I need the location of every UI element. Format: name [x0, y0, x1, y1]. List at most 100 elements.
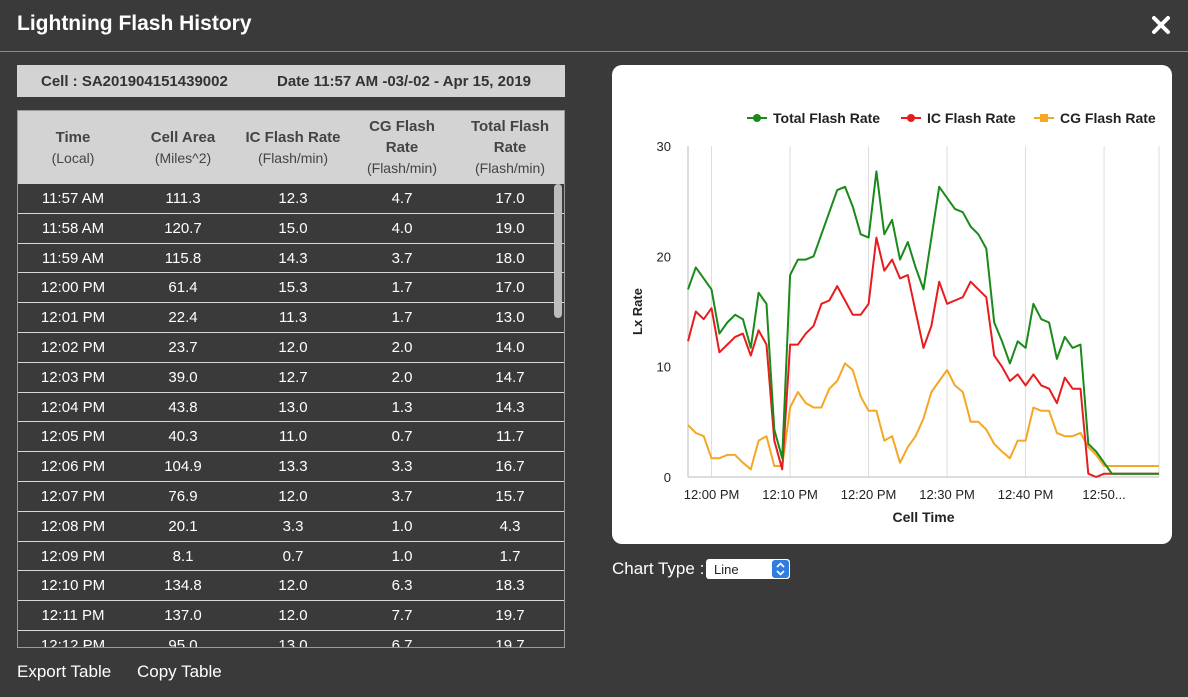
table-cell: 17.0 [495, 279, 525, 297]
table-cell: 134.8 [164, 577, 202, 595]
table-cell: 1.7 [499, 547, 521, 565]
table-cell: 3.7 [391, 249, 413, 267]
y-tick-label: 10 [657, 360, 671, 375]
table-row[interactable]: 12:01 PM 22.4 11.3 1.7 13.0 [18, 303, 564, 333]
chart-type-label: Chart Type : [612, 559, 705, 578]
table-cell: 12:08 PM [40, 517, 106, 535]
table-row[interactable]: 12:07 PM 76.9 12.0 3.7 15.7 [18, 482, 564, 512]
updown-chevron-icon [776, 562, 785, 576]
copy-table-button[interactable]: Copy Table [137, 662, 222, 682]
table-cell: 18.3 [495, 577, 525, 595]
table-cell: 14.0 [495, 338, 525, 356]
table-cell: 12:06 PM [40, 458, 106, 476]
table-cell: 12.7 [278, 368, 308, 386]
table-row[interactable]: 12:12 PM 95.0 13.0 6.7 19.7 [18, 631, 564, 648]
table-cell: 76.9 [168, 487, 198, 505]
table-cell: 3.7 [391, 487, 413, 505]
table-row[interactable]: 12:00 PM 61.4 15.3 1.7 17.0 [18, 273, 564, 304]
table-cell: 111.3 [165, 190, 201, 207]
table-row[interactable]: 12:04 PM 43.8 13.0 1.3 14.3 [18, 393, 564, 423]
table-cell: 137.0 [164, 607, 202, 625]
column-header-total-flash-rate[interactable]: Total Flash Rate (Flash/min) [456, 111, 564, 184]
chart-type-select[interactable]: Line [706, 559, 790, 579]
table-cell: 12:01 PM [40, 309, 106, 327]
table-cell: 12:11 PM [41, 607, 105, 625]
table-row[interactable]: 12:05 PM 40.3 11.0 0.7 11.7 [18, 422, 564, 453]
cell-info-bar: Cell : SA201904151439002 Date 11:57 AM -… [17, 65, 565, 97]
column-header-label: CG Flash Rate [369, 118, 435, 156]
legend-label: Total Flash Rate [773, 110, 880, 126]
table-cell: 12:10 PM [40, 577, 106, 595]
table-cell: 1.7 [391, 309, 413, 327]
column-header-ic-flash-rate[interactable]: IC Flash Rate (Flash/min) [238, 111, 348, 184]
column-header-cg-flash-rate[interactable]: CG Flash Rate (Flash/min) [348, 111, 456, 184]
table-row[interactable]: 12:02 PM 23.7 12.0 2.0 14.0 [18, 333, 564, 363]
x-tick-label: 12:00 PM [684, 487, 740, 502]
x-tick-label: 12:20 PM [841, 487, 897, 502]
table-row[interactable]: 11:57 AM 111.3 12.3 4.7 17.0 [18, 184, 564, 214]
table-cell: 12:09 PM [40, 547, 106, 565]
table-cell: 13.3 [278, 458, 308, 476]
table-cell: 20.1 [168, 517, 198, 535]
export-table-button[interactable]: Export Table [17, 662, 111, 682]
table-cell: 12:03 PM [40, 368, 106, 386]
close-button[interactable] [1148, 12, 1174, 38]
close-icon[interactable] [1148, 12, 1174, 38]
table-cell: 12.0 [278, 577, 308, 595]
table-cell: 11:59 AM [41, 249, 105, 267]
table-cell: 11.3 [278, 309, 308, 327]
table-scrollbar[interactable] [554, 184, 562, 318]
table-cell: 12:04 PM [40, 398, 106, 416]
table-cell: 115.8 [164, 249, 202, 267]
select-arrows-icon[interactable] [772, 560, 789, 578]
table-row[interactable]: 11:59 AM 115.8 14.3 3.7 18.0 [18, 244, 564, 274]
table-cell: 12:02 PM [40, 338, 106, 356]
legend-marker [907, 114, 915, 122]
series-line-cg-flash-rate [687, 362, 1159, 471]
table-row[interactable]: 12:09 PM 8.1 0.7 1.0 1.7 [18, 542, 564, 572]
flash-rate-chart: 12:00 PM 12:10 PM 12:20 PM 12:30 PM 12:40 PM… [630, 110, 1160, 525]
column-header-time[interactable]: Time (Local) [18, 111, 128, 184]
table-cell: 4.3 [499, 517, 521, 535]
table-row[interactable]: 12:03 PM 39.0 12.7 2.0 14.7 [18, 363, 564, 393]
table-cell: 16.7 [495, 458, 525, 476]
table-cell: 120.7 [164, 219, 202, 237]
table-cell: 39.0 [168, 368, 198, 386]
window-title: Lightning Flash History [17, 12, 252, 35]
x-tick-label: 12:30 PM [919, 487, 975, 502]
column-header-label: Cell Area [150, 128, 216, 146]
y-axis-label: Lx Rate [630, 288, 645, 335]
table-cell: 12:12 PM [40, 636, 106, 648]
cell-id: Cell : SA201904151439002 [41, 73, 228, 90]
table-row[interactable]: 12:08 PM 20.1 3.3 1.0 4.3 [18, 512, 564, 542]
table-cell: 3.3 [391, 458, 413, 476]
table-cell: 13.0 [278, 636, 308, 648]
table-cell: 1.0 [391, 547, 413, 565]
y-tick-label: 20 [657, 249, 671, 264]
table-cell: 23.7 [168, 338, 198, 356]
table-cell: 12.0 [278, 338, 308, 356]
table-cell: 19.7 [495, 607, 525, 625]
column-header-unit: (Flash/min) [366, 160, 437, 176]
table-row[interactable]: 12:10 PM 134.8 12.0 6.3 18.3 [18, 571, 564, 602]
column-header-cell-area[interactable]: Cell Area (Miles^2) [128, 111, 238, 184]
column-header-unit: (Local) [51, 149, 95, 166]
series-line-total-flash-rate [687, 170, 1159, 475]
table-cell: 14.7 [495, 368, 525, 386]
table-row[interactable]: 12:11 PM 137.0 12.0 7.7 19.7 [18, 601, 564, 631]
table-cell: 12:00 PM [40, 279, 106, 297]
table-body: 11:57 AM 111.3 12.3 4.7 17.0 11:58 AM 120.7 15.… [18, 184, 564, 648]
table-cell: 22.4 [168, 309, 198, 327]
table-cell: 14.3 [495, 398, 525, 416]
legend-marker [1040, 114, 1048, 122]
table-cell: 2.0 [391, 338, 413, 356]
column-header-unit: (Flash/min) [257, 149, 328, 166]
table-cell: 19.0 [495, 219, 525, 237]
table-cell: 14.3 [278, 249, 308, 267]
flash-history-table[interactable]: Time (Local) Cell Area (Miles^2) IC Flas… [17, 110, 565, 648]
table-row[interactable]: 11:58 AM 120.7 15.0 4.0 19.0 [18, 214, 564, 244]
table-cell: 15.0 [278, 219, 308, 237]
table-cell: 13.0 [278, 398, 308, 416]
table-row[interactable]: 12:06 PM 104.9 13.3 3.3 16.7 [18, 452, 564, 482]
legend-marker [753, 114, 761, 122]
